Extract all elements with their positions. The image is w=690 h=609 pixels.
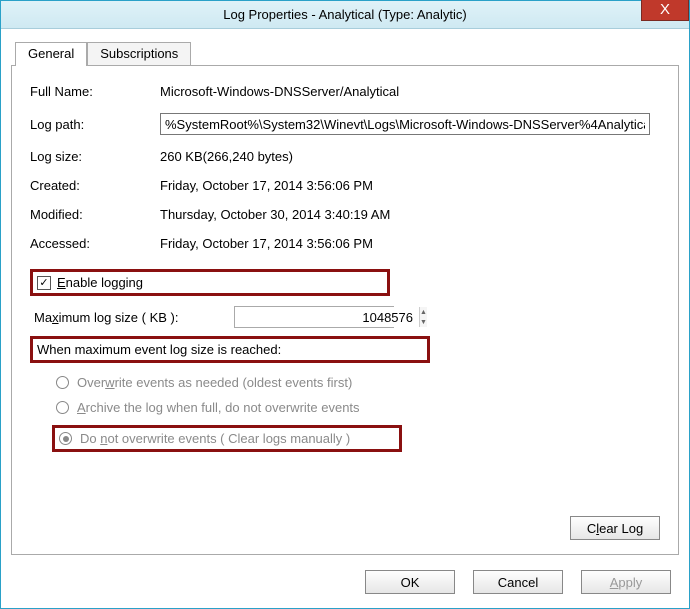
clear-log-button[interactable]: Clear Log	[570, 516, 660, 540]
window-title: Log Properties - Analytical (Type: Analy…	[223, 7, 467, 22]
full-name-label: Full Name:	[30, 84, 160, 99]
highlight-do-not-overwrite: Do not overwrite events ( Clear logs man…	[52, 425, 402, 452]
full-name-value: Microsoft-Windows-DNSServer/Analytical	[160, 84, 399, 99]
radio-dot-icon	[63, 436, 69, 442]
accessed-label: Accessed:	[30, 236, 160, 251]
tab-general[interactable]: General	[15, 42, 87, 66]
radio-do-not-overwrite-label: Do not overwrite events ( Clear logs man…	[80, 431, 350, 446]
spinner-down-icon[interactable]: ▼	[420, 317, 427, 327]
when-reached-label: When maximum event log size is reached:	[37, 342, 281, 357]
dialog-window: Log Properties - Analytical (Type: Analy…	[0, 0, 690, 609]
tab-subscriptions[interactable]: Subscriptions	[87, 42, 191, 66]
log-size-label: Log size:	[30, 149, 160, 164]
highlight-when-reached: When maximum event log size is reached:	[30, 336, 430, 363]
radio-overwrite-label: Overwrite events as needed (oldest event…	[77, 375, 352, 390]
cancel-button[interactable]: Cancel	[473, 570, 563, 594]
enable-logging-checkbox[interactable]: ✓	[37, 276, 51, 290]
accessed-value: Friday, October 17, 2014 3:56:06 PM	[160, 236, 373, 251]
spinner-up-icon[interactable]: ▲	[420, 307, 427, 317]
radio-do-not-overwrite[interactable]	[59, 432, 72, 445]
spinner-arrows: ▲ ▼	[419, 307, 427, 327]
max-log-size-label: Maximum log size ( KB ):	[34, 310, 234, 325]
tab-panel-general: Full Name: Microsoft-Windows-DNSServer/A…	[11, 65, 679, 555]
log-path-label: Log path:	[30, 117, 160, 132]
titlebar: Log Properties - Analytical (Type: Analy…	[1, 1, 689, 29]
tabstrip: General Subscriptions	[15, 41, 679, 65]
created-value: Friday, October 17, 2014 3:56:06 PM	[160, 178, 373, 193]
apply-button: Apply	[581, 570, 671, 594]
enable-logging-label: Enable logging	[57, 275, 143, 290]
radio-overwrite-row: Overwrite events as needed (oldest event…	[56, 375, 660, 390]
highlight-enable-logging: ✓ Enable logging	[30, 269, 390, 296]
radio-archive	[56, 401, 69, 414]
created-label: Created:	[30, 178, 160, 193]
ok-button[interactable]: OK	[365, 570, 455, 594]
radio-archive-row: Archive the log when full, do not overwr…	[56, 400, 660, 415]
close-button[interactable]: X	[641, 0, 689, 21]
max-log-size-input[interactable]	[235, 307, 419, 327]
modified-label: Modified:	[30, 207, 160, 222]
log-path-input[interactable]	[160, 113, 650, 135]
dialog-content: General Subscriptions Full Name: Microso…	[1, 29, 689, 608]
radio-overwrite	[56, 376, 69, 389]
log-size-value: 260 KB(266,240 bytes)	[160, 149, 293, 164]
radio-archive-label: Archive the log when full, do not overwr…	[77, 400, 360, 415]
modified-value: Thursday, October 30, 2014 3:40:19 AM	[160, 207, 390, 222]
max-log-size-spinner[interactable]: ▲ ▼	[234, 306, 394, 328]
dialog-button-row: OK Cancel Apply	[365, 570, 671, 594]
